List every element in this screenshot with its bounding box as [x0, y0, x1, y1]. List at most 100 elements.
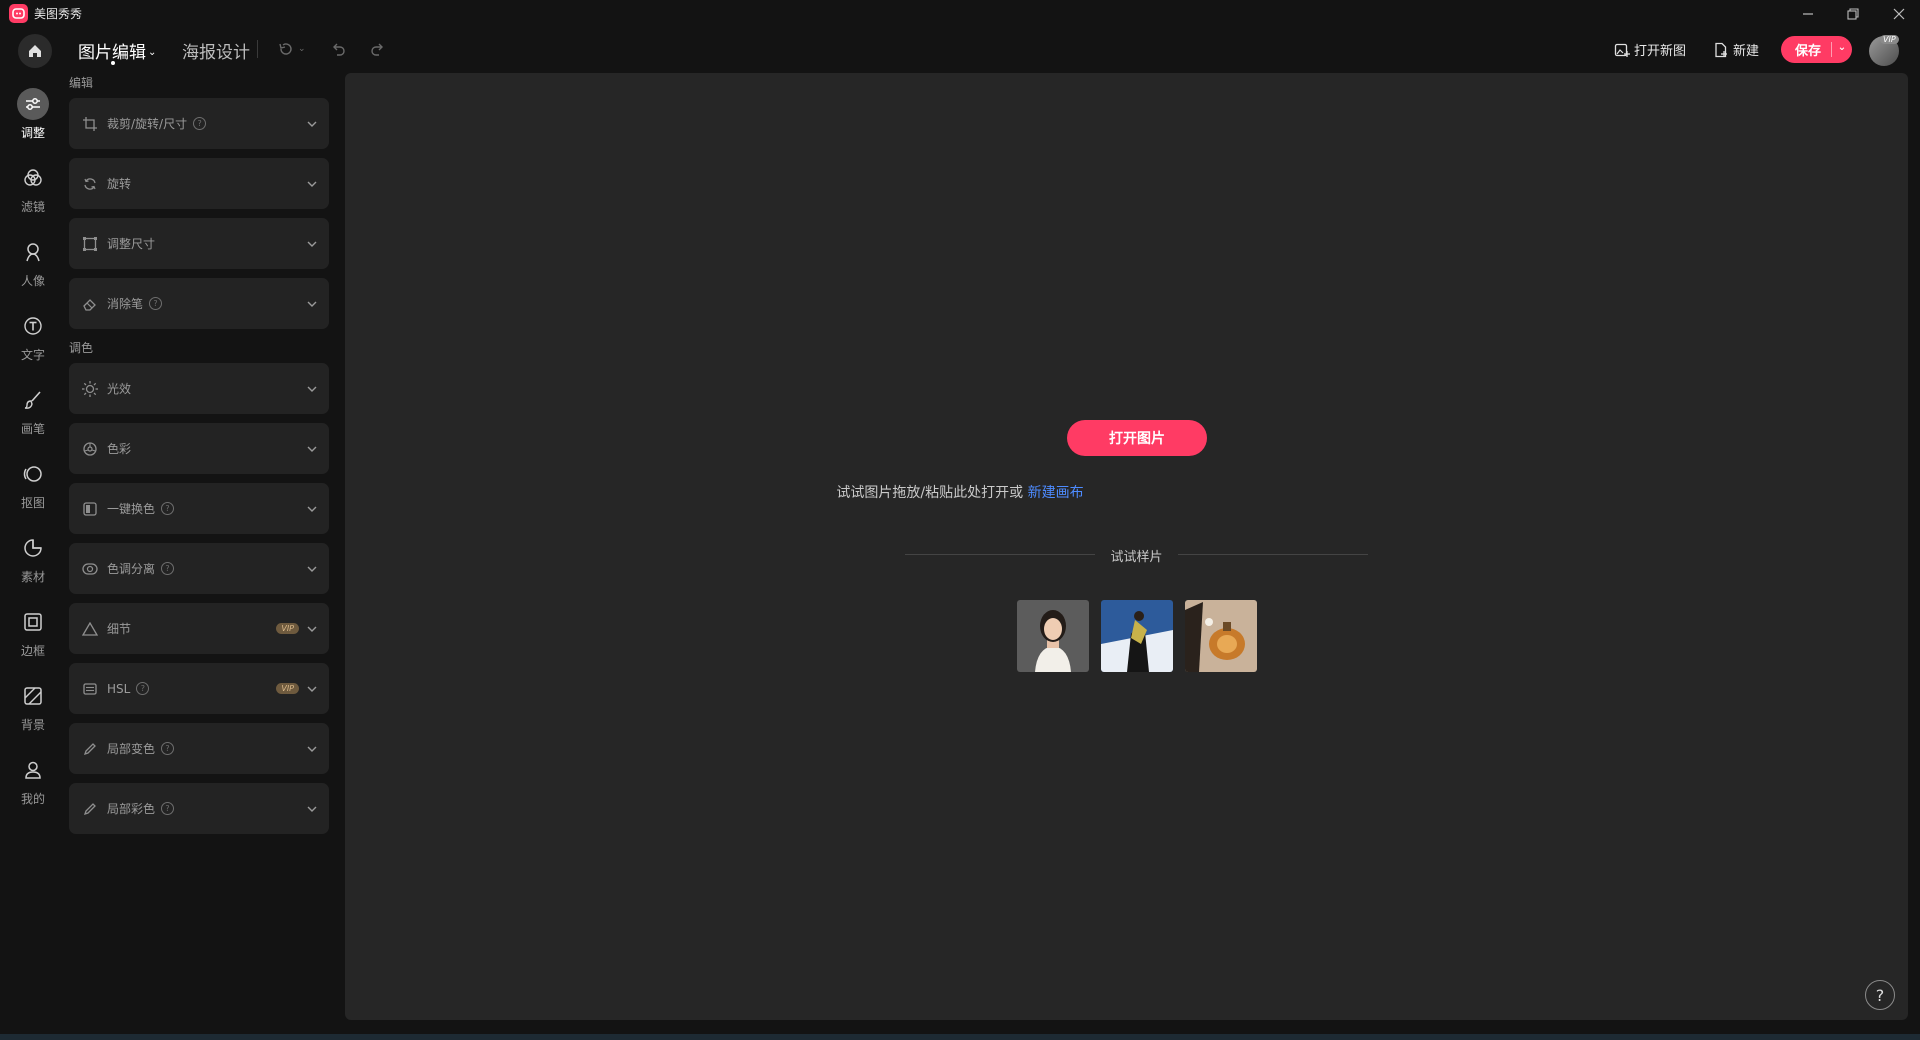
section-label-color: 调色 — [69, 341, 94, 355]
rail-item-6[interactable]: 素材 — [0, 532, 66, 602]
sample-thumbnail-portrait[interactable] — [1017, 600, 1089, 672]
restore-button[interactable] — [1843, 5, 1863, 23]
help-icon[interactable]: ? — [161, 802, 175, 815]
app-logo — [9, 4, 28, 23]
tool-label: 裁剪/旋转/尺寸 — [107, 117, 188, 131]
chevron-down-icon — [307, 444, 317, 454]
minimize-icon — [1802, 8, 1814, 20]
help-icon[interactable]: ? — [161, 562, 175, 575]
rail-item-2[interactable]: 人像 — [0, 236, 66, 306]
chevron-down-icon — [307, 119, 317, 129]
drop-hint: 试试图片拖放/粘贴此处打开或 新建画布 — [0, 482, 1920, 502]
chevron-down-icon — [307, 624, 317, 634]
help-icon[interactable]: ? — [193, 117, 207, 130]
chevron-down-icon — [307, 504, 317, 514]
split-tone-icon — [82, 561, 98, 577]
rail-item-label: 我的 — [20, 792, 45, 806]
tool-label: 一键换色 — [107, 502, 156, 516]
rail-item-label: 滤镜 — [20, 200, 45, 214]
save-label: 保存 — [1794, 44, 1821, 59]
chevron-down-icon — [307, 684, 317, 694]
rail-item-label: 边框 — [20, 644, 45, 658]
samples-title: 试试样片 — [1110, 550, 1163, 565]
title-bar — [0, 0, 1920, 28]
tab-photo-edit[interactable]: 图片编辑 ⌄ — [78, 38, 156, 63]
tool-label: HSL — [107, 681, 131, 696]
rail-item-3[interactable]: 文字 — [0, 310, 66, 380]
close-button[interactable] — [1889, 5, 1909, 23]
rail-item-label: 画笔 — [20, 422, 45, 436]
drop-hint-text: 试试图片拖放/粘贴此处打开或 — [836, 485, 1028, 501]
tool-row-edit_tools-1[interactable]: 旋转 — [69, 158, 329, 209]
chevron-down-icon: ⌄ — [298, 44, 306, 54]
chevron-down-icon — [307, 384, 317, 394]
open-image-button[interactable]: 打开图片 — [1067, 420, 1207, 456]
sticker-icon — [17, 532, 49, 564]
chevron-down-icon — [307, 239, 317, 249]
pen-icon — [82, 741, 98, 757]
rail-item-0[interactable]: 调整 — [0, 88, 66, 158]
crop-icon — [82, 116, 98, 132]
tool-row-color_tools-0[interactable]: 光效 — [69, 363, 329, 414]
chevron-down-icon: ⌄ — [148, 47, 157, 58]
minimize-button[interactable] — [1798, 5, 1818, 23]
save-dropdown-button[interactable]: ⌄ — [1832, 42, 1852, 53]
tool-row-color_tools-1[interactable]: 色彩 — [69, 423, 329, 474]
rail-item-label: 素材 — [20, 570, 45, 584]
tool-row-color_tools-4[interactable]: 细节 VIP — [69, 603, 329, 654]
new-button[interactable]: 新建 — [1713, 40, 1759, 59]
redo-icon — [369, 40, 387, 58]
tool-row-color_tools-7[interactable]: 局部彩色? — [69, 783, 329, 834]
tool-row-edit_tools-2[interactable]: 调整尺寸 — [69, 218, 329, 269]
home-button[interactable] — [18, 34, 52, 68]
background-icon — [17, 680, 49, 712]
tool-row-edit_tools-0[interactable]: 裁剪/旋转/尺寸? — [69, 98, 329, 149]
eraser-icon — [82, 296, 98, 312]
vip-badge: VIP — [1880, 35, 1899, 44]
vip-badge: VIP — [276, 683, 299, 694]
help-icon[interactable]: ? — [149, 297, 163, 310]
filter-circles-icon — [17, 162, 49, 194]
rail-item-1[interactable]: 滤镜 — [0, 162, 66, 232]
sample-thumbnail-perfume[interactable] — [1185, 600, 1257, 672]
new-canvas-link[interactable]: 新建画布 — [1028, 485, 1084, 501]
section-label-edit: 编辑 — [69, 76, 94, 90]
redo-button[interactable] — [369, 40, 387, 58]
chevron-down-icon — [307, 179, 317, 189]
help-icon[interactable]: ? — [136, 682, 150, 695]
rail-item-7[interactable]: 边框 — [0, 606, 66, 676]
tool-row-color_tools-6[interactable]: 局部变色? — [69, 723, 329, 774]
tool-row-color_tools-3[interactable]: 色调分离? — [69, 543, 329, 594]
hsl-icon — [82, 681, 98, 697]
open-new-image-button[interactable]: 打开新图 — [1614, 40, 1686, 59]
rail-item-4[interactable]: 画笔 — [0, 384, 66, 454]
chevron-down-icon — [307, 744, 317, 754]
color-swap-icon — [82, 501, 98, 517]
save-button[interactable]: 保存 ⌄ — [1781, 36, 1852, 63]
divider — [1178, 554, 1368, 555]
tool-row-edit_tools-3[interactable]: 消除笔? — [69, 278, 329, 329]
history-button[interactable]: ⌄ — [277, 40, 306, 58]
text-icon — [17, 310, 49, 342]
tool-label: 局部变色 — [107, 742, 156, 756]
open-image-icon — [1614, 42, 1630, 58]
tool-row-color_tools-5[interactable]: HSL? VIP — [69, 663, 329, 714]
chevron-down-icon — [307, 299, 317, 309]
help-icon[interactable]: ? — [161, 742, 175, 755]
tab-poster-design[interactable]: 海报设计 — [182, 38, 250, 63]
open-new-image-label: 打开新图 — [1634, 44, 1687, 59]
help-button[interactable]: ? — [1865, 980, 1895, 1010]
undo-button[interactable] — [329, 40, 347, 58]
home-icon — [27, 43, 43, 59]
restore-icon — [1847, 8, 1859, 20]
help-icon[interactable]: ? — [161, 502, 175, 515]
rail-item-label: 文字 — [20, 348, 45, 362]
new-file-icon — [1713, 42, 1729, 58]
sample-thumbnail-fashion[interactable] — [1101, 600, 1173, 672]
rail-item-9[interactable]: 我的 — [0, 754, 66, 824]
sliders-icon — [17, 88, 49, 120]
rail-item-8[interactable]: 背景 — [0, 680, 66, 750]
sun-icon — [82, 380, 98, 397]
tool-label: 色调分离 — [107, 562, 156, 576]
rotate-icon — [82, 176, 98, 192]
